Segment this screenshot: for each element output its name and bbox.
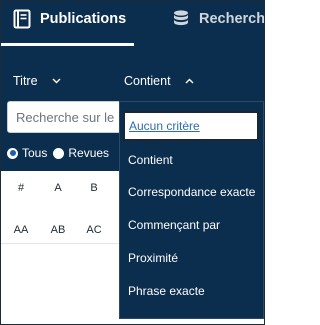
radio-revues-label: Revues bbox=[68, 146, 110, 160]
radio-revues-dot[interactable] bbox=[53, 147, 65, 159]
dropdown-option-contient[interactable]: Contient bbox=[128, 153, 173, 169]
database-icon bbox=[174, 10, 188, 26]
radio-tous[interactable]: Tous bbox=[7, 146, 47, 160]
field-select-label: Titre bbox=[13, 74, 38, 88]
book-icon bbox=[13, 9, 31, 29]
dropdown-option-correspondance-exacte[interactable]: Correspondance exacte bbox=[128, 185, 255, 201]
alpha-index-item[interactable]: AB bbox=[43, 224, 73, 236]
active-tab-indicator bbox=[1, 43, 134, 46]
alpha-index-item[interactable]: # bbox=[6, 182, 36, 194]
screenshot-frame: Publications Recherch Titre Contient Rec… bbox=[0, 0, 265, 325]
alpha-index-item[interactable]: AC bbox=[79, 224, 109, 236]
chevron-down-icon bbox=[52, 78, 61, 84]
chevron-up-icon bbox=[185, 78, 194, 84]
alpha-index-item[interactable]: AA bbox=[6, 224, 36, 236]
operator-dropdown-menu: Aucun critère Contient Correspondance ex… bbox=[119, 101, 264, 319]
tab-publications[interactable]: Publications bbox=[12, 7, 126, 31]
field-select[interactable]: Titre bbox=[13, 72, 61, 90]
type-radio-group: Tous Revues bbox=[7, 145, 115, 161]
tab-recherche-label: Recherch bbox=[199, 11, 265, 27]
operator-select[interactable]: Contient bbox=[124, 72, 194, 90]
radio-tous-label: Tous bbox=[22, 146, 48, 160]
radio-revues[interactable]: Revues bbox=[53, 146, 109, 160]
tab-publications-label: Publications bbox=[40, 11, 127, 27]
alpha-index-item[interactable]: A bbox=[43, 182, 73, 194]
alpha-index-item[interactable]: B bbox=[79, 182, 109, 194]
dropdown-option-commencant-par[interactable]: Commençant par bbox=[128, 218, 220, 234]
dropdown-option-proximite[interactable]: Proximité bbox=[128, 251, 178, 267]
operator-select-label: Contient bbox=[124, 74, 171, 88]
tab-recherche[interactable]: Recherch bbox=[171, 7, 265, 31]
dropdown-option-aucun-critere[interactable]: Aucun critère bbox=[123, 111, 259, 141]
radio-tous-dot[interactable] bbox=[7, 147, 18, 159]
dropdown-option-phrase-exacte[interactable]: Phrase exacte bbox=[128, 284, 205, 300]
